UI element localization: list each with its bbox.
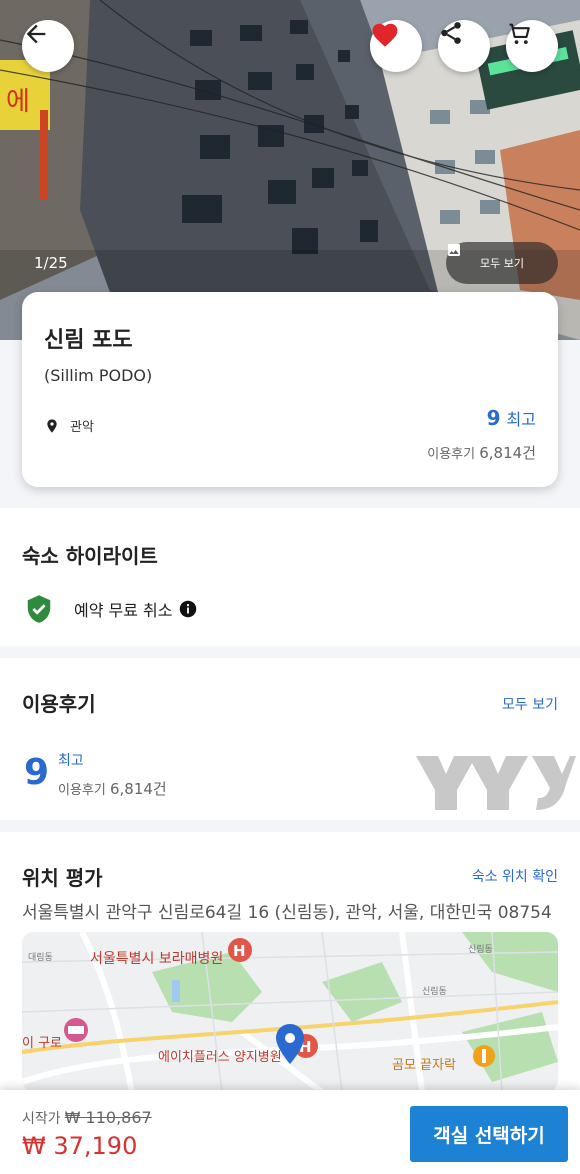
hotel-detail-page: 에 1/25 모두 보기 신림 포도 (Sillim PODO) 관악 9 최고…: [0, 0, 580, 1174]
photo-counter: 1/25: [34, 254, 68, 272]
hotel-review-count[interactable]: 이용후기 6,814건: [427, 442, 536, 463]
share-button[interactable]: [438, 20, 490, 72]
reviews-title: 이용후기: [22, 692, 96, 716]
reviews-count: 6,814건: [479, 444, 536, 462]
view-all-photos-button[interactable]: 모두 보기: [446, 242, 558, 284]
free-cancellation-label: 예약 무료 취소: [74, 601, 173, 620]
score-label: 최고: [506, 410, 536, 429]
final-price: ₩ 37,190: [22, 1132, 138, 1160]
reviews-count: 이용후기 6,814건: [58, 778, 167, 799]
hotel-summary-card: 신림 포도 (Sillim PODO) 관악 9 최고 이용후기 6,814건: [22, 292, 558, 487]
hotel-score: 9 최고: [487, 406, 536, 430]
building-photo: 에: [0, 0, 580, 340]
svg-text:H: H: [233, 942, 246, 960]
highlights-section: 숙소 하이라이트 예약 무료 취소: [0, 508, 580, 646]
review-source-logo: [416, 756, 576, 810]
reviews-count-label: 이용후기: [58, 783, 106, 798]
view-all-photos-label: 모두 보기: [480, 257, 524, 270]
start-price-label: 시작가: [22, 1111, 61, 1127]
hotel-location[interactable]: 관악: [44, 416, 94, 435]
booking-bottom-bar: 시작가 ₩ 110,867 ₩ 37,190 객실 선택하기: [0, 1090, 580, 1174]
image-icon: [448, 244, 460, 256]
svg-text:에: 에: [6, 87, 30, 117]
cart-icon: [509, 23, 530, 45]
map-label-area-3: 신림동: [468, 945, 493, 955]
reviews-big-score: 9: [24, 752, 50, 793]
location-section: 위치 평가 숙소 위치 확인 서울특별시 관악구 신림로64길 16 (신림동)…: [0, 832, 580, 1092]
hotel-name: 신림 포도: [44, 328, 133, 353]
location-title: 위치 평가: [22, 866, 103, 890]
hotel-photo-gallery[interactable]: 에 1/25 모두 보기: [0, 0, 580, 340]
hotel-english-name: (Sillim PODO): [44, 366, 153, 385]
reviews-view-all-link[interactable]: 모두 보기: [502, 694, 558, 714]
highlights-title: 숙소 하이라이트: [22, 544, 158, 568]
hotel-address: 서울특별시 관악구 신림로64길 16 (신림동), 관악, 서울, 대한민국 …: [22, 903, 552, 923]
map-label-area-1: 대림동: [28, 953, 53, 963]
arrow-left-icon: [26, 24, 46, 44]
free-cancellation-item: 예약 무료 취소: [24, 594, 197, 624]
reviews-score-label: 최고: [58, 753, 84, 769]
map-label-area-2: 신림동: [422, 987, 447, 997]
reviews-section: 이용후기 모두 보기 9 최고 이용후기 6,814건: [0, 658, 580, 820]
location-label: 관악: [70, 420, 94, 435]
share-icon: [441, 22, 461, 44]
location-pin-icon: [47, 418, 57, 433]
original-price: ₩ 110,867: [64, 1108, 152, 1127]
info-icon[interactable]: [179, 600, 197, 618]
map-label-district: 이 구로: [22, 1036, 63, 1051]
map-label-boramae-hospital: 서울특별시 보라매병원: [90, 951, 224, 967]
start-price-row: 시작가 ₩ 110,867: [22, 1108, 152, 1128]
score-value: 9: [486, 406, 501, 430]
cart-button[interactable]: [506, 20, 558, 72]
map-label-restaurant: 곰모 끝자락: [392, 1058, 456, 1073]
check-location-link[interactable]: 숙소 위치 확인: [472, 866, 558, 886]
heart-icon: [372, 23, 398, 47]
location-map[interactable]: H H 서울특별시 보라매병원 에이치플러스 양지병원 곰모 끝자락 이 구로 …: [22, 932, 558, 1092]
shield-check-icon: [27, 595, 51, 623]
back-button[interactable]: [22, 20, 74, 72]
select-room-button[interactable]: 객실 선택하기: [410, 1106, 568, 1162]
reviews-label: 이용후기: [427, 447, 476, 462]
favorite-button[interactable]: [370, 20, 422, 72]
reviews-count-value: 6,814건: [109, 780, 167, 798]
map-label-yangji-hospital: 에이치플러스 양지병원: [158, 1050, 282, 1065]
